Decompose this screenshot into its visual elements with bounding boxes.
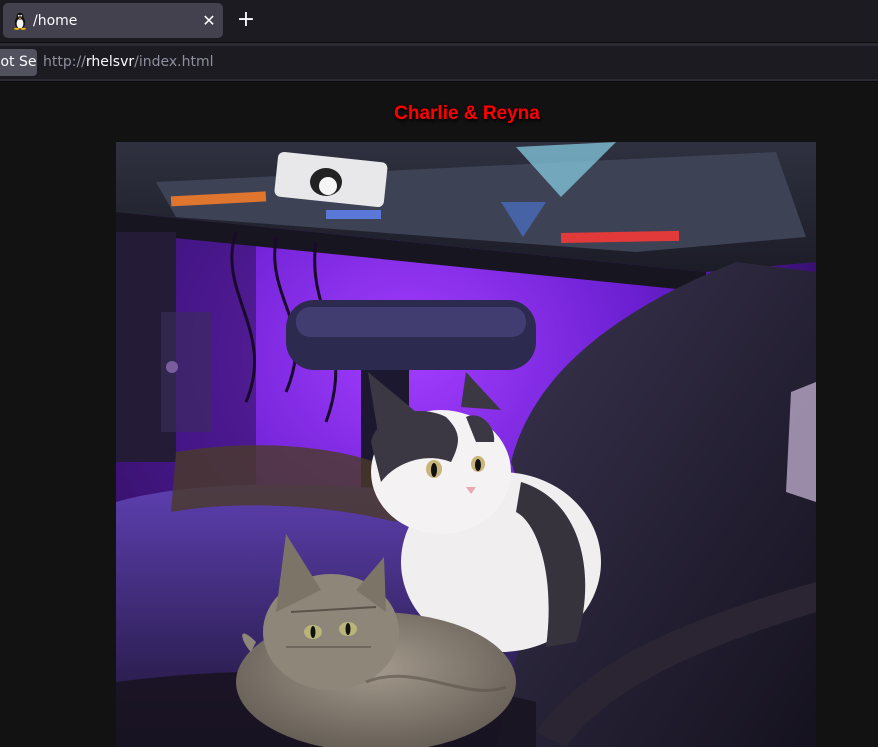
close-tab-icon[interactable]: ✕ <box>199 11 219 31</box>
url-host: rhelsvr <box>85 54 135 70</box>
address-bar[interactable]: Not Secure http://rhelsvr/index.html <box>0 46 878 79</box>
page-title: Charlie & Reyna <box>394 103 540 124</box>
connection-security-badge[interactable]: Not Secure <box>0 49 37 76</box>
tux-penguin-icon <box>14 12 26 30</box>
page-content: Charlie & Reyna <box>0 83 878 747</box>
cats-photo <box>116 142 816 747</box>
navigation-bar: Not Secure http://rhelsvr/index.html <box>0 42 878 82</box>
url-text[interactable]: http://rhelsvr/index.html <box>43 54 213 71</box>
tab-home[interactable]: /home ✕ <box>3 3 223 38</box>
url-path: /index.html <box>134 54 214 70</box>
new-tab-button[interactable]: + <box>233 7 259 33</box>
tab-strip: /home ✕ + <box>0 0 878 42</box>
url-scheme: http:// <box>43 54 86 70</box>
tab-title: /home <box>33 13 78 29</box>
